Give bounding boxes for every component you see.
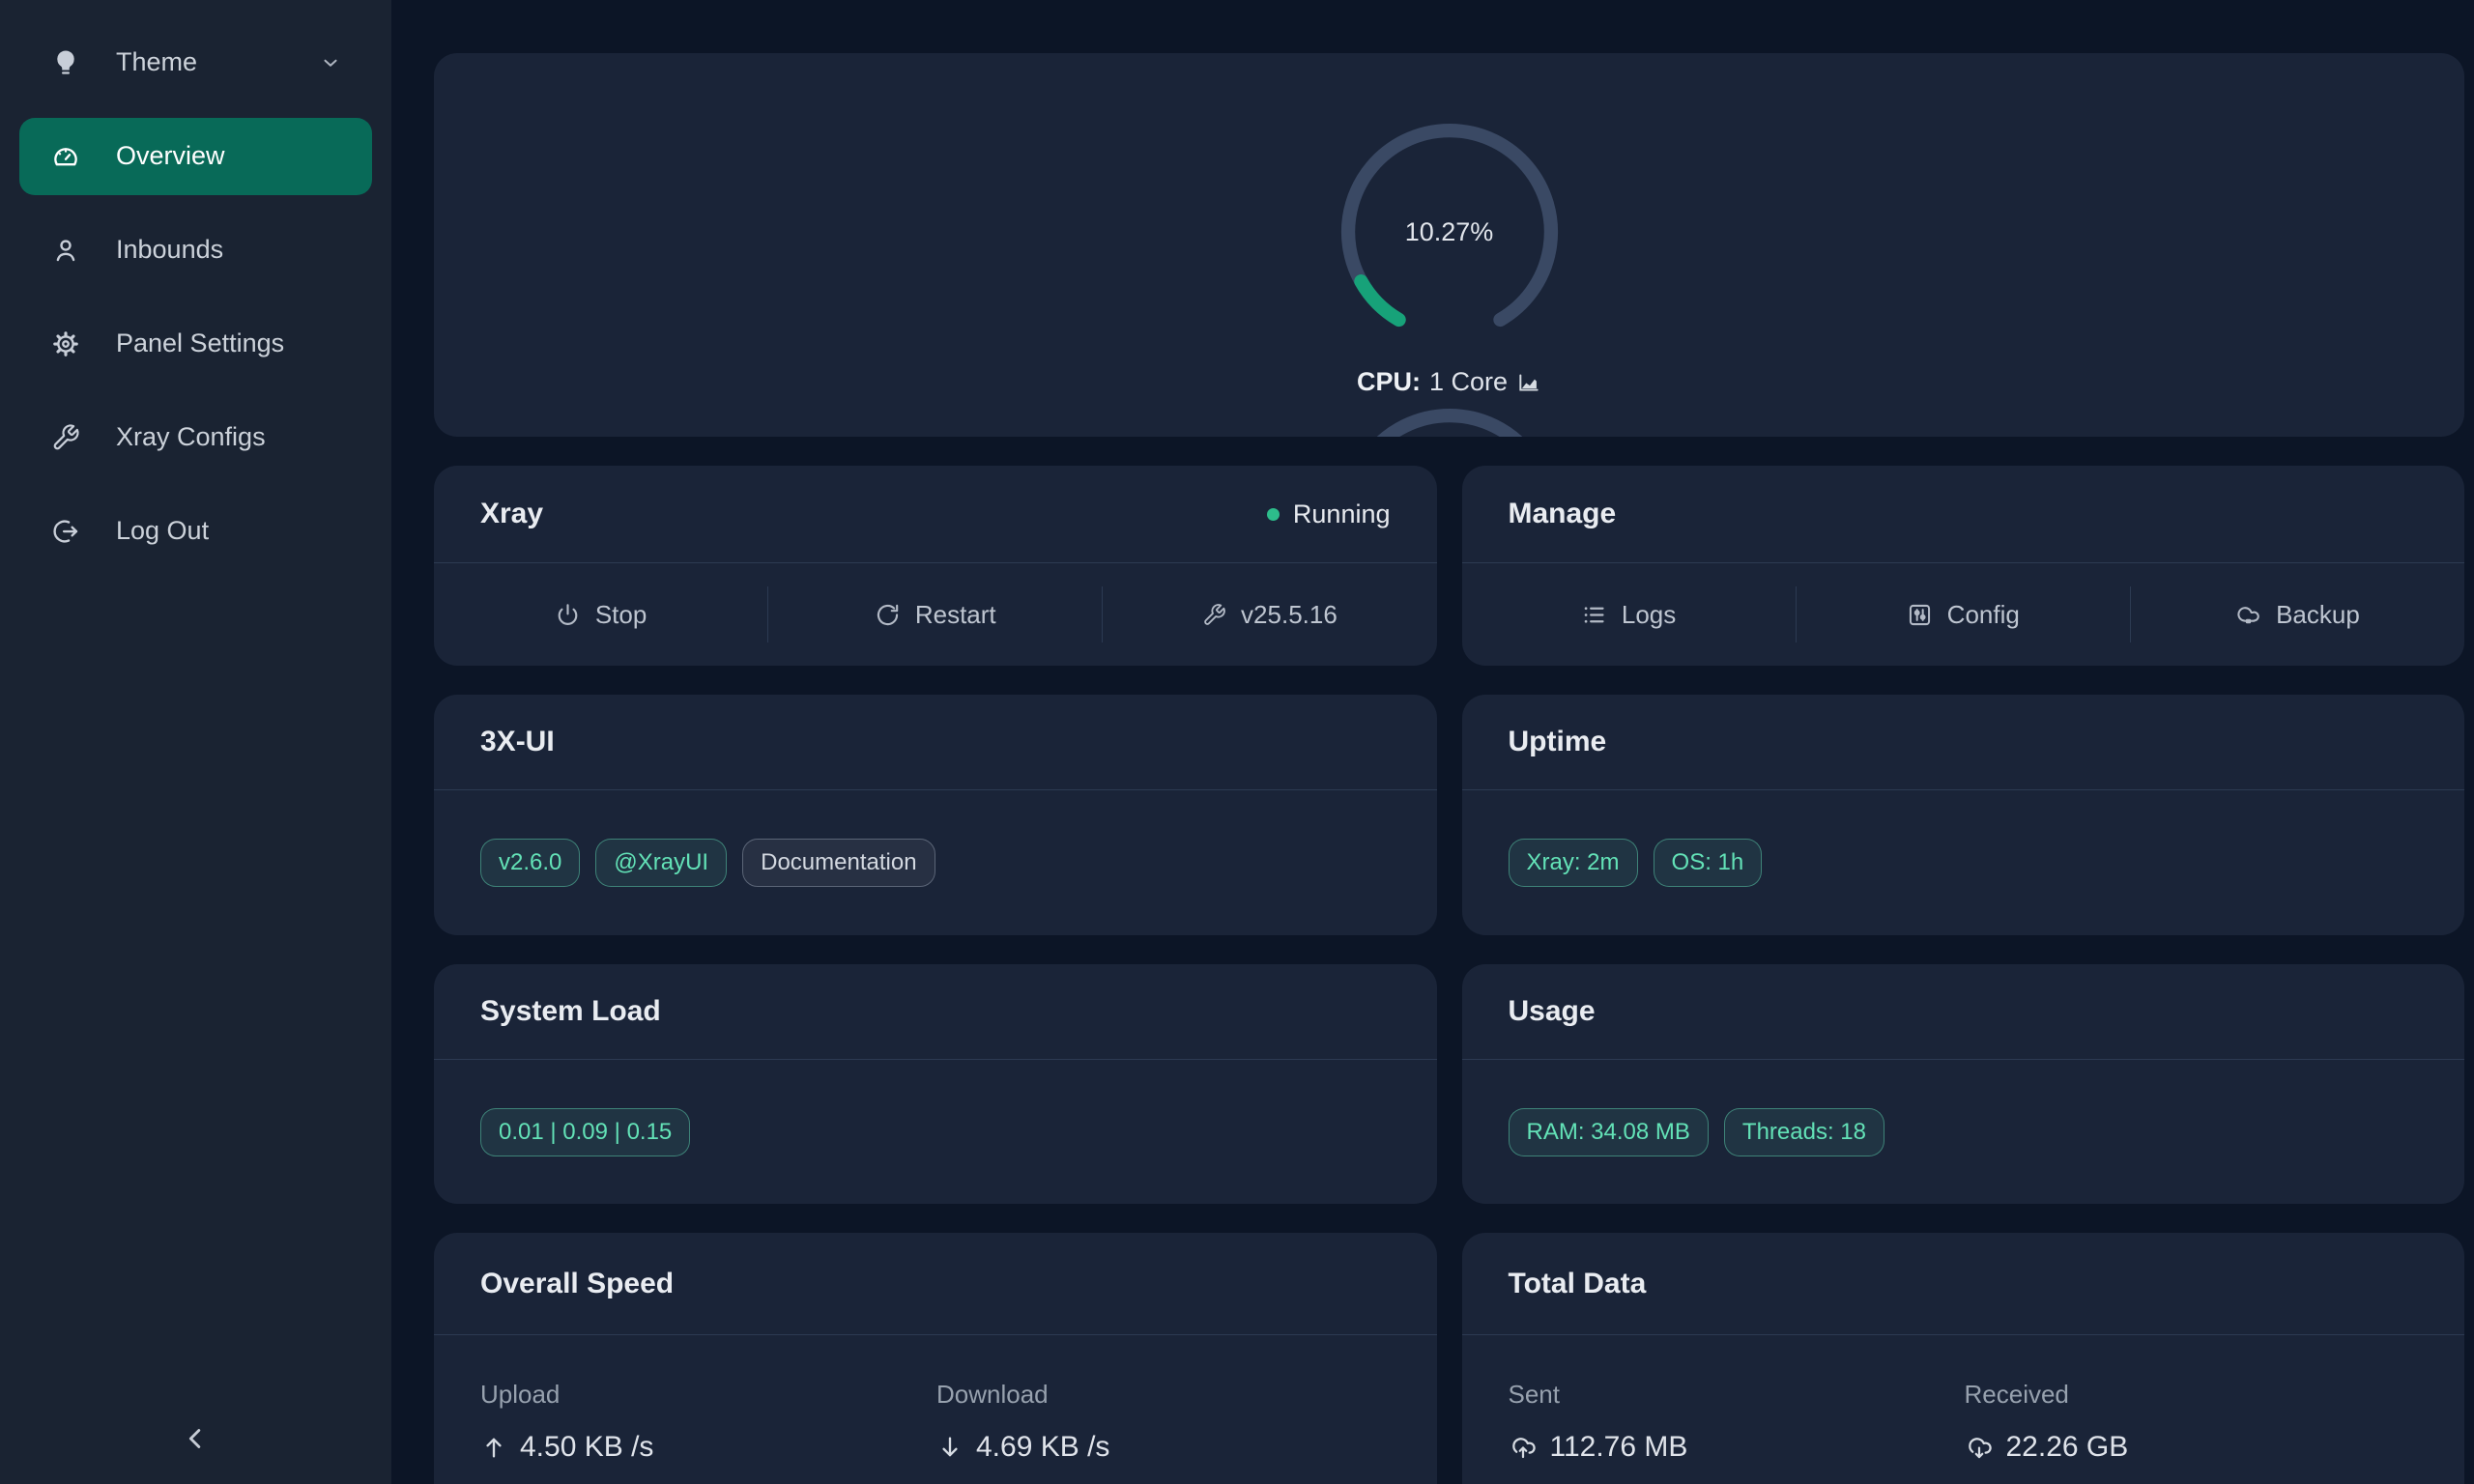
bulb-icon xyxy=(51,48,80,77)
manage-card: Manage Logs xyxy=(1462,466,2465,666)
version-badge[interactable]: v2.6.0 xyxy=(480,839,580,887)
wrench-icon xyxy=(1202,603,1226,627)
uptime-card: Uptime Xray: 2m OS: 1h xyxy=(1462,695,2465,935)
card-title: Usage xyxy=(1509,995,1596,1028)
card-title: System Load xyxy=(480,995,661,1028)
xui-card: 3X-UI v2.6.0 @XrayUI Documentation xyxy=(434,695,1437,935)
cloud-down-icon xyxy=(1965,1433,1994,1462)
xrayui-badge[interactable]: @XrayUI xyxy=(595,839,727,887)
gear-icon xyxy=(51,329,80,358)
card-title: Manage xyxy=(1509,498,1617,530)
received-data-metric: Received 22.26 GB xyxy=(1965,1380,2421,1484)
speedometer-icon xyxy=(51,142,80,171)
sidebar: Theme Overview xyxy=(0,0,391,1484)
metric-label: Sent xyxy=(1509,1380,1965,1410)
metric-value: 112.76 MB xyxy=(1550,1431,1688,1464)
wrench-icon xyxy=(51,423,80,452)
sidebar-item-label: Theme xyxy=(116,47,197,77)
total-data-card: Total Data Sent 112.76 MB xyxy=(1462,1233,2465,1484)
status-label: Running xyxy=(1293,499,1391,529)
xray-status: Running xyxy=(1267,499,1391,529)
sidebar-item-label: Log Out xyxy=(116,516,209,546)
user-icon xyxy=(51,236,80,265)
gauge-value: 10.27% xyxy=(1330,112,1569,352)
logout-icon xyxy=(51,517,80,546)
card-title: Uptime xyxy=(1509,726,1607,758)
arrow-down-icon xyxy=(936,1434,964,1461)
stop-button[interactable]: Stop xyxy=(434,600,767,630)
os-uptime-badge: OS: 1h xyxy=(1654,839,1763,887)
metric-value: 4.69 KB /s xyxy=(976,1431,1109,1464)
card-title: 3X-UI xyxy=(480,726,555,758)
xray-version-button[interactable]: v25.5.16 xyxy=(1103,600,1436,630)
chevron-left-icon xyxy=(180,1422,213,1455)
metric-label: Upload xyxy=(480,1380,936,1410)
cloud-icon xyxy=(2235,602,2261,628)
xray-card: Xray Running Stop xyxy=(434,466,1437,666)
system-gauges-card: 10.27% CPU:1 Core xyxy=(434,53,2464,437)
metric-label: Received xyxy=(1965,1380,2421,1410)
config-button[interactable]: Config xyxy=(1797,600,2130,630)
xray-uptime-badge: Xray: 2m xyxy=(1509,839,1638,887)
gauge-label: CPU:1 Core xyxy=(1357,367,1541,397)
sidebar-item-label: Panel Settings xyxy=(116,328,284,358)
backup-button[interactable]: Backup xyxy=(2131,600,2464,630)
ram-usage-badge: RAM: 34.08 MB xyxy=(1509,1108,1709,1156)
ram-gauge: 21.59% RAM:1.67 GB / 7.75 GB xyxy=(434,397,2464,437)
sidebar-item-label: Xray Configs xyxy=(116,422,266,452)
chevron-down-icon xyxy=(320,52,341,73)
overall-speed-card: Overall Speed Upload 4.50 KB /s xyxy=(434,1233,1437,1484)
card-title: Overall Speed xyxy=(480,1268,674,1300)
logs-button[interactable]: Logs xyxy=(1462,600,1796,630)
sidebar-item-label: Inbounds xyxy=(116,235,223,265)
gauge-value: 21.59% xyxy=(1330,397,1569,437)
app-root: Theme Overview xyxy=(0,0,2474,1484)
system-load-card: System Load 0.01 | 0.09 | 0.15 xyxy=(434,964,1437,1204)
metric-value: 4.50 KB /s xyxy=(520,1431,653,1464)
download-speed-metric: Download 4.69 KB /s xyxy=(936,1380,1393,1484)
sidebar-item-label: Overview xyxy=(116,141,225,171)
list-icon xyxy=(1581,602,1607,628)
cpu-gauge: 10.27% CPU:1 Core xyxy=(434,112,2464,397)
card-title: Total Data xyxy=(1509,1268,1647,1300)
arrow-up-icon xyxy=(480,1434,507,1461)
restart-button[interactable]: Restart xyxy=(768,600,1102,630)
sidebar-item-theme[interactable]: Theme xyxy=(0,15,391,109)
sliders-icon xyxy=(1907,602,1933,628)
upload-speed-metric: Upload 4.50 KB /s xyxy=(480,1380,936,1484)
threads-badge: Threads: 18 xyxy=(1724,1108,1884,1156)
sidebar-item-overview[interactable]: Overview xyxy=(0,109,391,203)
load-average-badge: 0.01 | 0.09 | 0.15 xyxy=(480,1108,690,1156)
cloud-up-icon xyxy=(1509,1433,1538,1462)
documentation-badge[interactable]: Documentation xyxy=(742,839,935,887)
sidebar-item-inbounds[interactable]: Inbounds xyxy=(0,203,391,297)
main-content: 10.27% CPU:1 Core xyxy=(391,0,2474,1484)
sidebar-item-xray-configs[interactable]: Xray Configs xyxy=(0,390,391,484)
metric-label: Download xyxy=(936,1380,1393,1410)
card-title: Xray xyxy=(480,498,543,530)
restart-icon xyxy=(875,602,901,628)
sidebar-item-log-out[interactable]: Log Out xyxy=(0,484,391,578)
sidebar-collapse-button[interactable] xyxy=(180,1422,213,1455)
metric-value: 22.26 GB xyxy=(2006,1431,2129,1464)
cpu-chart-icon[interactable] xyxy=(1516,370,1541,395)
sent-data-metric: Sent 112.76 MB xyxy=(1509,1380,1965,1484)
sidebar-item-panel-settings[interactable]: Panel Settings xyxy=(0,297,391,390)
usage-card: Usage RAM: 34.08 MB Threads: 18 xyxy=(1462,964,2465,1204)
running-status-dot xyxy=(1267,508,1280,521)
power-icon xyxy=(555,602,581,628)
